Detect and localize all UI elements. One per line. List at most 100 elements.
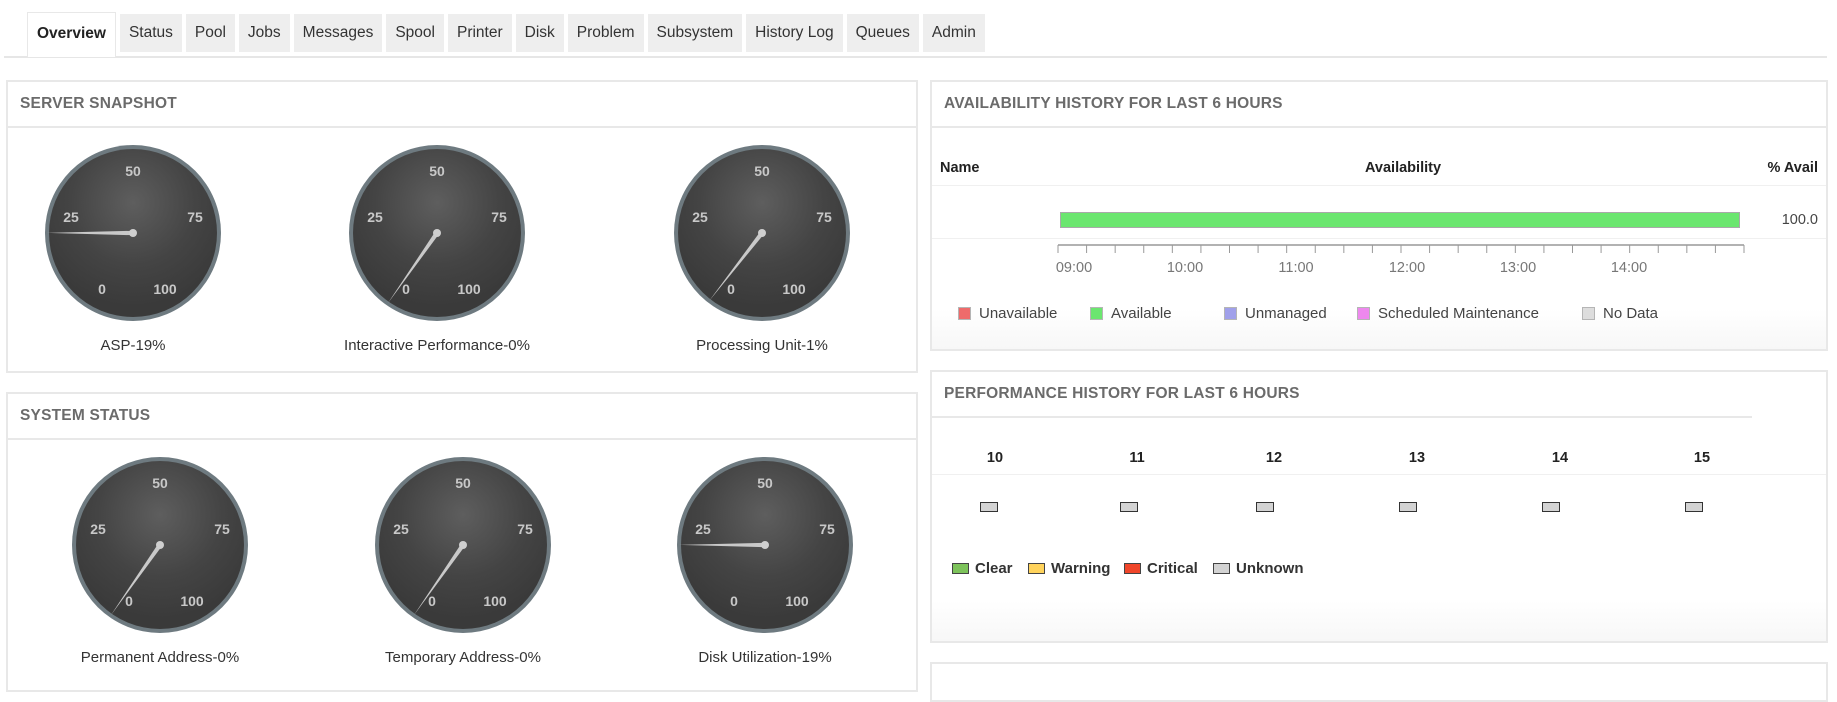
tab-problem[interactable]: Problem <box>567 14 644 52</box>
legend-item-unmanaged: Unmanaged <box>1224 305 1327 322</box>
tab-admin[interactable]: Admin <box>922 14 985 52</box>
legend-swatch <box>1028 563 1045 574</box>
tab-history-log[interactable]: History Log <box>746 14 843 52</box>
gauge-tick-label: 50 <box>455 475 471 491</box>
axis-label: 13:00 <box>1499 260 1537 276</box>
gauge-tick-label: 50 <box>152 475 168 491</box>
tab-messages[interactable]: Messages <box>293 14 383 52</box>
legend-item-critical: Critical <box>1124 560 1198 577</box>
hour-status-indicator[interactable] <box>1256 502 1274 512</box>
legend-label: Clear <box>975 560 1013 577</box>
gauge-tick-label: 50 <box>754 163 770 179</box>
legend-swatch <box>1224 307 1237 320</box>
hour-status-indicator[interactable] <box>1542 502 1560 512</box>
hour-status-indicator[interactable] <box>1399 502 1417 512</box>
gauge-tick-label: 0 <box>727 281 735 297</box>
legend-item-no-data: No Data <box>1582 305 1658 322</box>
hour-label: 11 <box>1129 450 1145 466</box>
tab-disk[interactable]: Disk <box>515 14 564 52</box>
tab-pool[interactable]: Pool <box>185 14 235 52</box>
hour-label: 12 <box>1265 450 1283 466</box>
legend-item-unknown: Unknown <box>1213 560 1304 577</box>
tab-queues[interactable]: Queues <box>846 14 919 52</box>
tab-printer[interactable]: Printer <box>447 14 512 52</box>
gauge-tick-label: 75 <box>517 521 533 537</box>
hour-status-indicator[interactable] <box>1120 502 1138 512</box>
gauge-label: Interactive Performance-0% <box>344 337 530 354</box>
legend-item-available: Available <box>1090 305 1172 322</box>
legend-item-unavailable: Unavailable <box>958 305 1057 322</box>
availability-bar[interactable] <box>1060 212 1740 228</box>
tab-spool[interactable]: Spool <box>386 14 444 52</box>
legend-swatch <box>1124 563 1141 574</box>
gauge-tick-label: 25 <box>90 521 106 537</box>
gauge-label: Disk Utilization-19% <box>698 649 832 666</box>
gauge-tick-label: 0 <box>98 281 106 297</box>
legend-label: Unknown <box>1236 560 1304 577</box>
legend-swatch <box>1582 307 1595 320</box>
legend-label: No Data <box>1603 305 1659 322</box>
hour-status-indicator[interactable] <box>1685 502 1703 512</box>
panel-header-divider <box>8 438 916 440</box>
gauge-tick-label: 25 <box>367 209 383 225</box>
column-header-name[interactable]: Name <box>940 160 980 176</box>
gauge-tick-label: 75 <box>819 521 835 537</box>
column-header-availability[interactable]: Availability <box>1365 160 1441 176</box>
gauge-interactive-performance: 0 25 50 75 100 <box>349 145 525 321</box>
hour-label: 14 <box>1551 450 1569 466</box>
gauge-label: Processing Unit-1% <box>696 337 828 354</box>
legend-label: Scheduled Maintenance <box>1378 305 1539 322</box>
gauge-needle-hub <box>156 541 164 549</box>
gauge-tick-label: 100 <box>153 281 177 297</box>
gauge-tick-label: 100 <box>457 281 481 297</box>
hour-label: 10 <box>986 450 1004 466</box>
gauge-asp: 0 25 50 75 100 <box>45 145 221 321</box>
legend-swatch <box>1357 307 1370 320</box>
gauge-disk-utilization: 0 25 50 75 100 <box>677 457 853 633</box>
gauge-tick-label: 50 <box>125 163 141 179</box>
column-header-pct-avail[interactable]: % Avail <box>1767 160 1818 176</box>
gauge-tick-label: 50 <box>757 475 773 491</box>
gauge-label: Temporary Address-0% <box>385 649 541 666</box>
panel-header-divider <box>932 126 1826 128</box>
tab-jobs[interactable]: Jobs <box>238 14 290 52</box>
hour-status-indicator[interactable] <box>980 502 998 512</box>
legend-label: Unmanaged <box>1245 305 1327 322</box>
gauge-label: ASP-19% <box>100 337 166 354</box>
gauge-tick-label: 75 <box>214 521 230 537</box>
gauge-tick-label: 75 <box>187 209 203 225</box>
hour-label: 15 <box>1693 450 1711 466</box>
server-snapshot-title: SERVER SNAPSHOT <box>20 95 177 112</box>
legend-swatch <box>1213 563 1230 574</box>
system-status-title: SYSTEM STATUS <box>20 407 151 424</box>
row-divider <box>932 238 1826 239</box>
legend-label: Available <box>1111 305 1172 322</box>
hour-label: 13 <box>1408 450 1426 466</box>
legend-label: Warning <box>1051 560 1111 577</box>
gauge-tick-label: 25 <box>692 209 708 225</box>
gauge-processing-unit: 0 25 50 75 100 <box>674 145 850 321</box>
gauge-tick-label: 100 <box>483 593 507 609</box>
gauge-tick-label: 0 <box>428 593 436 609</box>
performance-panel: PERFORMANCE HISTORY FOR LAST 6 HOURS 10 1… <box>930 370 1828 643</box>
legend-swatch <box>958 307 971 320</box>
header-row-divider <box>932 474 1826 475</box>
gauge-label: Permanent Address-0% <box>80 649 240 666</box>
performance-title: PERFORMANCE HISTORY FOR LAST 6 HOURS <box>944 385 1300 402</box>
gauge-tick-label: 0 <box>125 593 133 609</box>
gauge-permanent-address: 0 25 50 75 100 <box>72 457 248 633</box>
axis-label: 09:00 <box>1055 260 1093 276</box>
availability-panel: AVAILABILITY HISTORY FOR LAST 6 HOURS Na… <box>930 80 1828 351</box>
gauge-tick-label: 0 <box>730 593 738 609</box>
tab-subsystem[interactable]: Subsystem <box>647 14 743 52</box>
legend-swatch <box>952 563 969 574</box>
panel-footer-shade <box>932 601 1826 641</box>
gauge-tick-label: 0 <box>402 281 410 297</box>
gauge-needle-hub <box>129 229 137 237</box>
axis-label: 11:00 <box>1278 260 1314 276</box>
tab-status[interactable]: Status <box>119 14 182 52</box>
gauge-tick-label: 25 <box>695 521 711 537</box>
tab-overview[interactable]: Overview <box>27 12 116 57</box>
gauge-tick-label: 25 <box>63 209 79 225</box>
legend-item-warning: Warning <box>1028 560 1110 577</box>
